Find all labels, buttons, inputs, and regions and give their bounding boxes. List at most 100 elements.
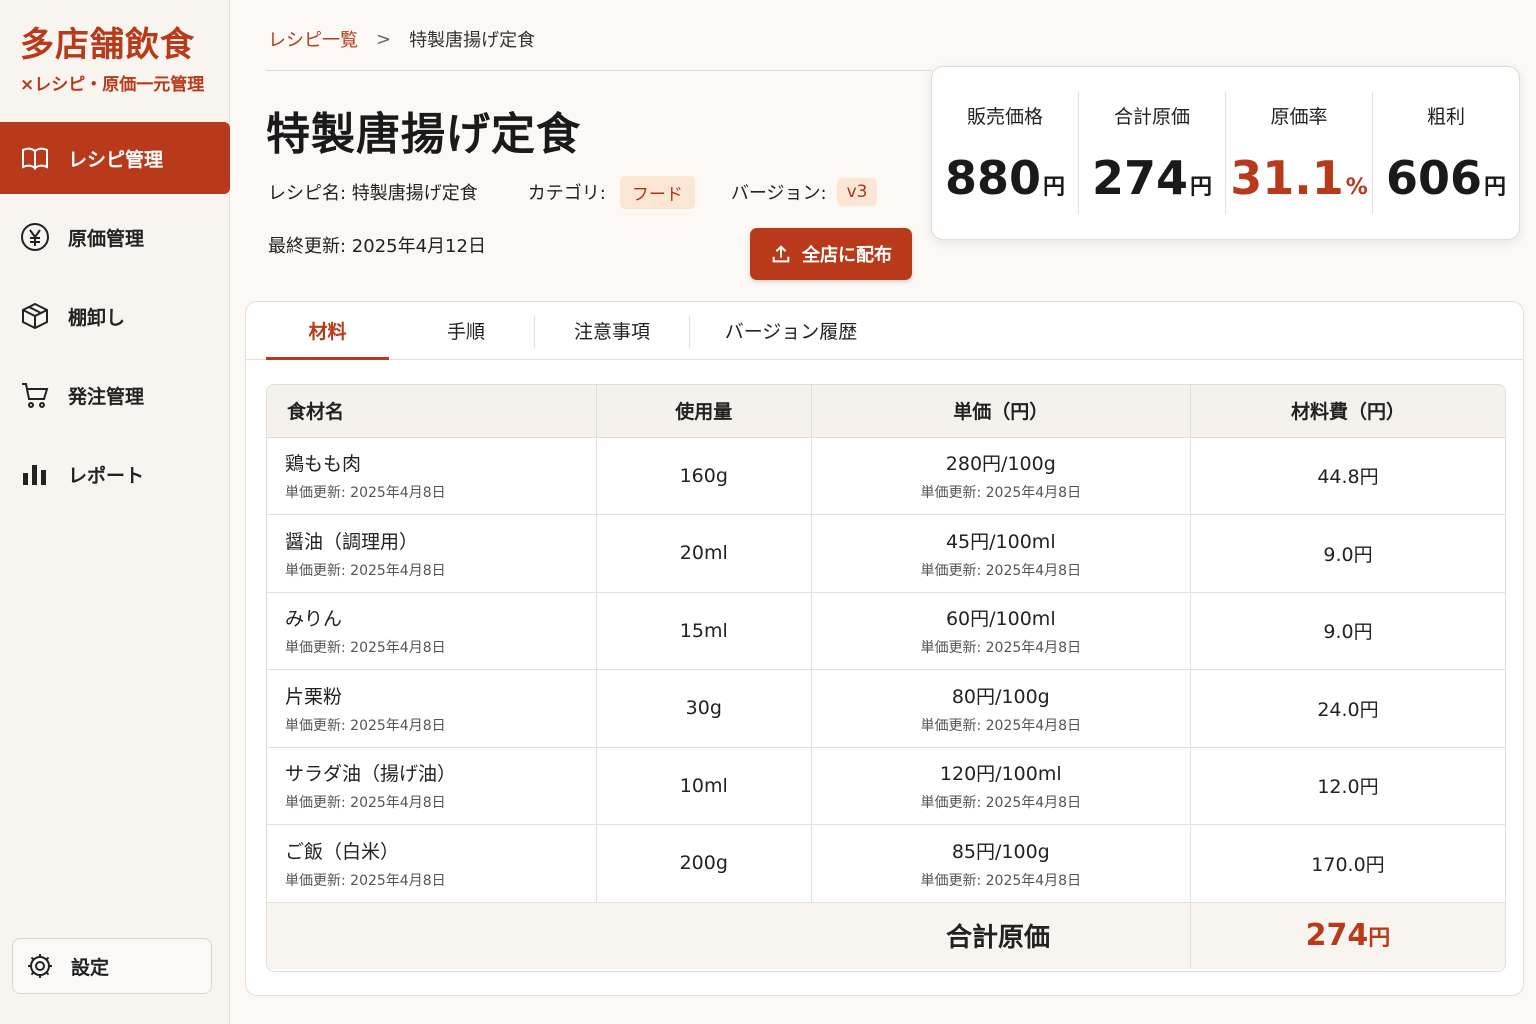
- price-updated: 単価更新: 2025年4月8日: [920, 795, 1082, 812]
- table-row[interactable]: サラダ油（揚げ油） 単価更新: 2025年4月8日 10ml 120円/100ml…: [267, 747, 1505, 825]
- version-badge: v3: [836, 178, 878, 206]
- tab-bar: 材料 手順 注意事項 バージョン履歴: [246, 302, 1523, 360]
- breadcrumb-separator: >: [376, 28, 392, 50]
- sidebar-item-cost[interactable]: 原価管理: [0, 201, 230, 273]
- settings-button[interactable]: 設定: [12, 938, 212, 994]
- column-header: 食材名: [267, 385, 597, 438]
- ingredient-name: 鶏もも肉: [285, 453, 362, 476]
- cost-summary-card: 販売価格 880円 合計原価 274円 原価率 31.1% 粗利 606円: [931, 66, 1520, 240]
- stat-label: 粗利: [1426, 106, 1465, 128]
- ingredient-name: 片栗粉: [285, 685, 343, 708]
- unit-price: 120円/100ml: [939, 763, 1062, 786]
- recipe-panel: 材料 手順 注意事項 バージョン履歴 食材名 使用量 単価（円） 材料費（円） …: [245, 301, 1524, 996]
- stat-value: 606円: [1385, 151, 1507, 205]
- ingredient-cost: 24.0円: [1190, 669, 1505, 748]
- brand-subtitle: ×レシピ・原価一元管理: [20, 75, 205, 95]
- table-row[interactable]: 片栗粉単価更新: 2025年4月8日 30g 80円/100g 単価更新: 202…: [267, 669, 1505, 748]
- table-row[interactable]: 鶏もも肉 単価更新: 2025年4月8日 160g 280円/100g 単価更新: …: [267, 437, 1505, 515]
- sidebar-item-label: レシピ管理: [68, 148, 164, 171]
- yen-icon: [20, 222, 50, 252]
- ingredients-table: 食材名 使用量 単価（円） 材料費（円） 鶏もも肉単価更新: 2025年4月8日…: [266, 384, 1506, 972]
- settings-label: 設定: [71, 956, 110, 979]
- stat-cost-ratio: 原価率 31.1%: [1225, 92, 1372, 214]
- ingredient-name: ご飯（白米）: [285, 840, 400, 863]
- stat-value: 274円: [1091, 151, 1213, 205]
- price-updated: 単価更新: 2025年4月8日: [285, 485, 446, 502]
- tab-notes[interactable]: 注意事項: [546, 302, 678, 360]
- recipe-name-label: レシピ名: 特製唐揚げ定食: [268, 183, 478, 204]
- column-header: 材料費（円）: [1190, 385, 1505, 438]
- sidebar-item-label: レポート: [68, 464, 145, 487]
- quantity: 200g: [596, 824, 812, 903]
- ingredient-cost: 9.0円: [1190, 514, 1505, 593]
- sidebar-item-inventory[interactable]: 棚卸し: [0, 280, 230, 352]
- price-updated: 単価更新: 2025年4月8日: [285, 795, 446, 812]
- header-divider: [266, 70, 932, 71]
- ingredient-cost: 44.8円: [1190, 437, 1505, 515]
- stat-gross-profit: 粗利 606円: [1372, 92, 1519, 214]
- ingredient-cost: 170.0円: [1190, 824, 1505, 903]
- last-updated: 最終更新: 2025年4月12日: [268, 236, 486, 257]
- price-updated: 単価更新: 2025年4月8日: [920, 562, 1082, 579]
- sidebar-item-label: 棚卸し: [68, 306, 126, 329]
- ingredient-cost: 9.0円: [1190, 592, 1505, 670]
- unit-price: 60円/100ml: [945, 608, 1056, 631]
- price-updated: 単価更新: 2025年4月8日: [285, 640, 446, 657]
- stat-label: 販売価格: [966, 106, 1043, 128]
- version-label: バージョン:: [730, 183, 827, 204]
- ingredient-name: 醤油（調理用）: [285, 530, 419, 553]
- box-icon: [20, 301, 50, 331]
- table-row[interactable]: ご飯（白米） 単価更新: 2025年4月8日 200g 85円/100g 単価更新:…: [267, 824, 1505, 903]
- table-total-row: 合計原価 274円: [267, 902, 1505, 969]
- price-updated: 単価更新: 2025年4月8日: [920, 872, 1082, 889]
- quantity: 160g: [596, 437, 812, 515]
- gear-icon: [25, 951, 55, 981]
- column-header: 使用量: [596, 385, 812, 438]
- page-title: 特製唐揚げ定食: [266, 109, 581, 160]
- stat-value: 880円: [944, 151, 1066, 205]
- sidebar-item-recipe[interactable]: レシピ管理: [0, 122, 230, 194]
- column-header: 単価（円）: [811, 385, 1191, 438]
- sidebar-item-label: 発注管理: [68, 385, 145, 408]
- tab-version-history[interactable]: バージョン履歴: [706, 302, 876, 360]
- unit-price: 45円/100ml: [945, 530, 1056, 553]
- cart-icon: [20, 380, 50, 410]
- breadcrumb-current: 特製唐揚げ定食: [409, 30, 536, 51]
- ingredient-cost: 12.0円: [1190, 747, 1505, 825]
- breadcrumb: レシピ一覧 > 特製唐揚げ定食: [268, 26, 535, 52]
- quantity: 30g: [596, 669, 812, 748]
- price-updated: 単価更新: 2025年4月8日: [285, 562, 446, 579]
- category-label: カテゴリ:: [527, 183, 606, 204]
- price-updated: 単価更新: 2025年4月8日: [285, 717, 446, 734]
- stat-total-cost: 合計原価 274円: [1078, 92, 1225, 214]
- stat-sale-price: 販売価格 880円: [932, 92, 1078, 214]
- sidebar-item-label: 原価管理: [68, 227, 145, 250]
- sidebar: 多店舗飲食 ×レシピ・原価一元管理 レシピ管理 原価管理 棚卸し 発注管理 レポ…: [0, 0, 230, 1024]
- upload-icon: [772, 245, 790, 263]
- stat-label: 合計原価: [1113, 106, 1190, 128]
- stat-label: 原価率: [1270, 106, 1328, 128]
- quantity: 15ml: [596, 592, 812, 670]
- brand: 多店舗飲食 ×レシピ・原価一元管理: [0, 0, 229, 95]
- total-cost-label: 合計原価: [267, 902, 1191, 969]
- brand-title: 多店舗飲食: [20, 25, 195, 65]
- quantity: 20ml: [596, 514, 812, 593]
- table-row[interactable]: 醤油（調理用） 単価更新: 2025年4月8日 20ml 45円/100ml 単価更…: [267, 514, 1505, 593]
- unit-price: 80円/100g: [951, 685, 1050, 708]
- tab-ingredients[interactable]: 材料: [266, 302, 389, 360]
- ingredient-name: みりん: [285, 608, 343, 631]
- unit-price: 280円/100g: [945, 453, 1056, 476]
- distribute-all-stores-button[interactable]: 全店に配布: [750, 228, 912, 280]
- sidebar-item-orders[interactable]: 発注管理: [0, 359, 230, 431]
- price-updated: 単価更新: 2025年4月8日: [920, 640, 1082, 657]
- price-updated: 単価更新: 2025年4月8日: [920, 717, 1082, 734]
- unit-price: 85円/100g: [951, 840, 1050, 863]
- tab-steps[interactable]: 手順: [406, 302, 526, 360]
- stat-value: 31.1%: [1230, 151, 1368, 205]
- breadcrumb-parent-link[interactable]: レシピ一覧: [268, 26, 358, 52]
- table-row[interactable]: みりん単価更新: 2025年4月8日 15ml 60円/100ml 単価更新: 2…: [267, 592, 1505, 670]
- total-cost-value: 274円: [1190, 902, 1505, 969]
- sidebar-item-reports[interactable]: レポート: [0, 438, 230, 510]
- book-icon: [20, 143, 50, 173]
- category-badge: フード: [619, 175, 695, 209]
